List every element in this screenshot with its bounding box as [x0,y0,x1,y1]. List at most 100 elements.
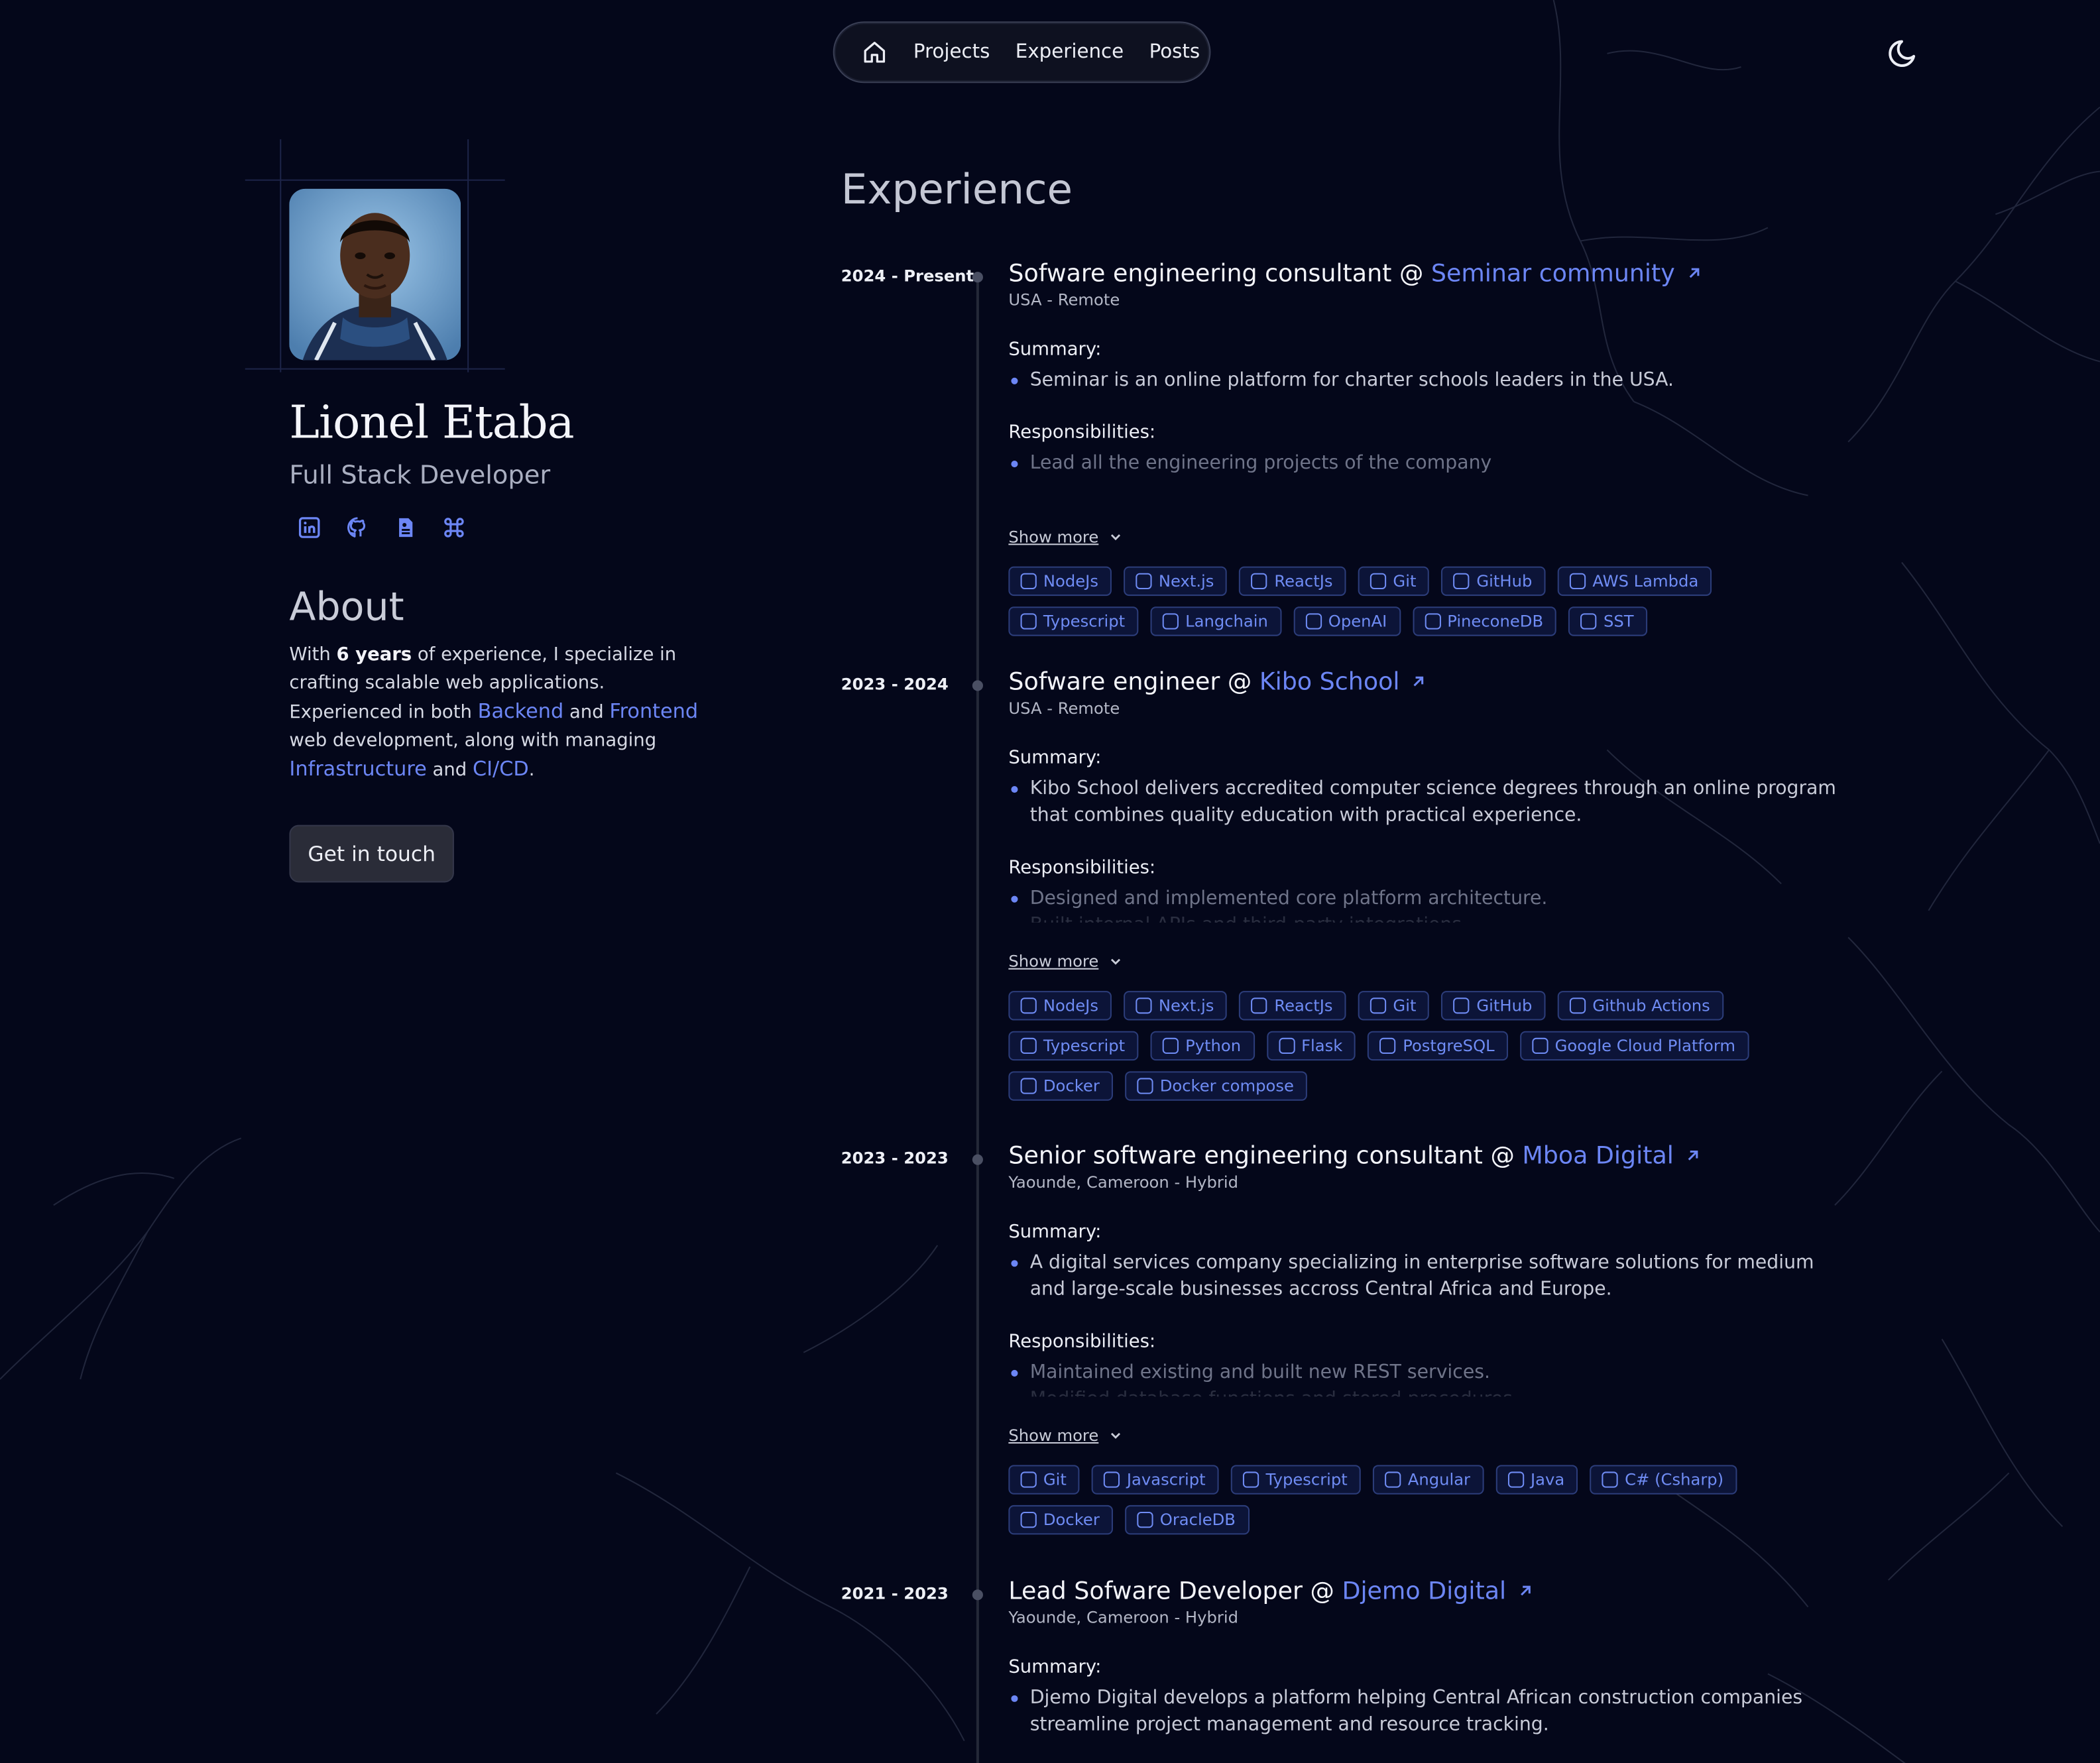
tech-icon [1252,573,1268,589]
tech-tag-label: Javascript [1126,1470,1206,1489]
tech-tag: OpenAI [1293,606,1401,636]
linkedin-icon[interactable] [298,516,321,540]
tech-icon [1020,1471,1037,1488]
avatar [289,188,461,361]
summary-list: Seminar is an online platform for charte… [1008,367,1839,394]
tech-tags: NodeJs Next.js ReactJs Git GitHub AWS Lambda T… [1008,566,1758,636]
external-link-icon[interactable] [1686,260,1702,278]
tech-tag-label: PostgreSQL [1403,1036,1495,1056]
github-icon[interactable] [345,516,369,540]
tech-tag-label: ReactJs [1274,571,1333,591]
summary-list: Kibo School delivers accredited computer… [1008,775,1839,829]
list-item: Maintained existing and built new REST s… [1008,1359,1839,1386]
tech-tag: Python [1150,1031,1255,1061]
job-title: Senior software engineering consultant @… [1008,1142,1839,1170]
moon-icon[interactable] [1889,35,1924,70]
summary-list: Djemo Digital develops a platform helpin… [1008,1685,1839,1738]
nav-link-projects[interactable]: Projects [913,42,990,63]
tech-tag-label: GitHub [1476,996,1533,1015]
show-more-button[interactable]: Show more [1008,1426,1122,1445]
tech-icon [1137,1078,1153,1094]
job-location: Yaounde, Cameroon - Hybrid [1008,1608,1238,1627]
cicd-link[interactable]: CI/CD [473,757,529,781]
summary-list: A digital services company specializing … [1008,1249,1839,1303]
tech-tag-label: Docker [1043,1510,1100,1530]
social-links [298,516,467,540]
nav-link-posts[interactable]: Posts [1149,42,1200,63]
tech-tag: Git [1358,566,1430,597]
tech-tag-label: ReactJs [1274,996,1333,1015]
tech-icon [1278,1037,1295,1054]
external-link-icon[interactable] [1517,1577,1533,1596]
home-icon[interactable] [861,39,888,66]
external-link-icon[interactable] [1411,668,1427,687]
responsibilities-list: Maintained existing and built new REST s… [1008,1359,1839,1396]
get-in-touch-button[interactable]: Get in touch [289,825,454,883]
backend-link[interactable]: Backend [478,699,564,723]
responsibilities-list: Designed and implemented core platform a… [1008,885,1839,923]
tech-tag-label: OpenAI [1328,612,1387,631]
resume-icon[interactable] [394,516,418,540]
show-more-button[interactable]: Show more [1008,952,1122,971]
tech-tag-label: Typescript [1043,612,1126,631]
tech-tag: PostgreSQL [1368,1031,1508,1061]
list-item: Modified database functions and stored p… [1008,1386,1839,1396]
tech-tag-label: Git [1393,571,1417,591]
tech-tags: NodeJs Next.js ReactJs Git GitHub Github Acti… [1008,991,1758,1101]
tech-tag: Typescript [1008,1031,1139,1061]
tech-tag: AWS Lambda [1557,566,1712,597]
company-link[interactable]: Mboa Digital [1522,1142,1674,1170]
tech-tags: Git Javascript Typescript Angular Java C# (Cs… [1008,1465,1758,1535]
tech-tag-label: Flask [1301,1036,1343,1056]
show-more-button[interactable]: Show more [1008,528,1122,546]
command-icon[interactable] [442,516,466,540]
entry-date: 2024 - Present [841,266,974,286]
entry-date: 2021 - 2023 [841,1584,949,1603]
company-link[interactable]: Seminar community [1431,260,1675,288]
tech-tag-label: C# (Csharp) [1625,1470,1724,1489]
company-link[interactable]: Kibo School [1259,668,1400,696]
tech-tag: NodeJs [1008,566,1112,597]
job-location: USA - Remote [1008,699,1120,718]
profile-role: Full Stack Developer [289,461,551,490]
tech-tag: Git [1358,991,1430,1021]
list-item: Kibo School delivers accredited computer… [1008,775,1839,829]
job-title: Sofware engineer @ Kibo School [1008,668,1839,697]
tech-tag: Typescript [1008,606,1139,636]
tech-tag: Git [1008,1465,1080,1495]
responsibilities-label: Responsibilities: [1008,857,1156,879]
summary-label: Summary: [1008,1221,1102,1243]
external-link-icon[interactable] [1684,1142,1700,1161]
responsibilities-label: Responsibilities: [1008,1331,1156,1353]
tech-icon [1602,1471,1619,1488]
infrastructure-link[interactable]: Infrastructure [289,757,426,781]
company-link[interactable]: Djemo Digital [1342,1577,1506,1605]
nav-link-experience[interactable]: Experience [1016,42,1124,63]
tech-tag-label: Python [1185,1036,1242,1056]
timeline-dot [972,1154,983,1165]
tech-icon [1424,613,1441,630]
tech-tag-label: GitHub [1476,571,1533,591]
tech-tag: SST [1568,606,1647,636]
tech-icon [1532,1037,1548,1054]
tech-tag-label: Next.js [1158,996,1214,1015]
tech-icon [1454,573,1470,589]
tech-tag: GitHub [1441,991,1546,1021]
tech-tag: NodeJs [1008,991,1112,1021]
tech-tag-label: Git [1043,1470,1067,1489]
tech-icon [1136,997,1152,1014]
tech-tag: Next.js [1124,991,1228,1021]
top-nav: Projects Experience Posts [833,21,1211,84]
about-title: About [289,583,404,630]
tech-icon [1020,1512,1037,1528]
tech-tag: PineconeDB [1412,606,1557,636]
tech-tag-label: Github Actions [1592,996,1710,1015]
tech-icon [1379,1037,1397,1054]
tech-tag: Flask [1266,1031,1356,1061]
summary-label: Summary: [1008,747,1102,769]
tech-tag-label: Java [1530,1470,1565,1489]
frontend-link[interactable]: Frontend [609,699,698,723]
list-item: A digital services company specializing … [1008,1249,1839,1303]
tech-tag-label: AWS Lambda [1592,571,1699,591]
job-title: Sofware engineering consultant @ Seminar… [1008,260,1839,288]
